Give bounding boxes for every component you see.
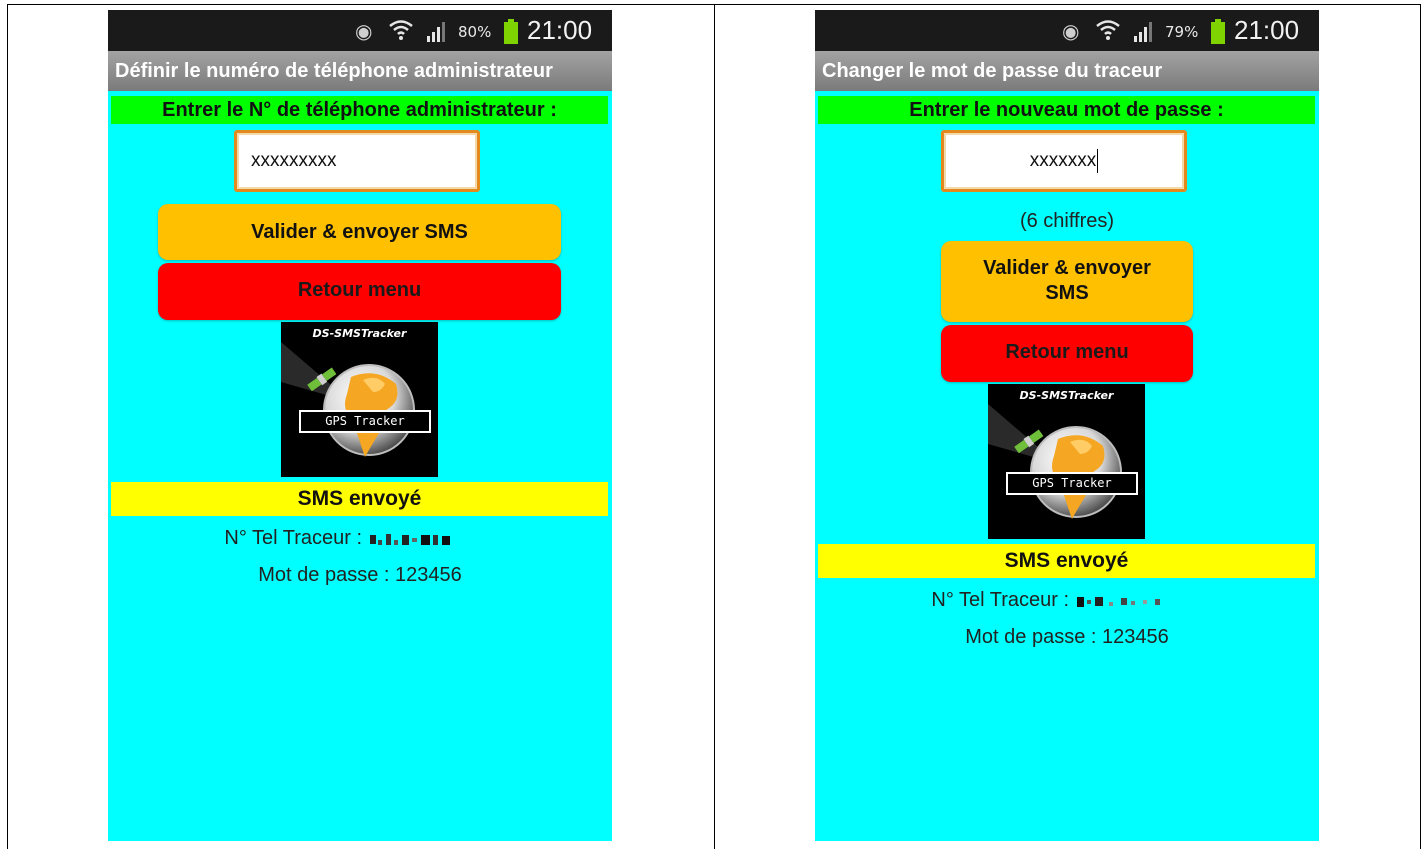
validate-send-sms-button[interactable]: Valider & envoyer SMS	[941, 241, 1193, 322]
globe-satellite-icon	[988, 404, 1122, 519]
wifi-icon	[1096, 20, 1120, 40]
tracker-phone-label: N° Tel Traceur :	[224, 527, 363, 549]
sms-sent-status: SMS envoyé	[111, 482, 608, 516]
text-caret	[1097, 148, 1099, 173]
new-password-input[interactable]: xxxxxxx	[941, 130, 1187, 192]
page-title: Changer le mot de passe du traceur	[815, 51, 1319, 91]
battery-percent: 80%	[458, 23, 492, 41]
logo-title: DS-SMSTracker	[1019, 389, 1114, 402]
signal-icon	[1134, 22, 1152, 42]
admin-number-input[interactable]: xxxxxxxxx	[234, 130, 480, 192]
logo-tag: GPS Tracker	[299, 410, 431, 433]
new-password-value: xxxxxxx	[1029, 150, 1097, 171]
logo-tag: GPS Tracker	[1006, 472, 1138, 495]
clock: 21:00	[1234, 15, 1300, 45]
tracker-phone-line: N° Tel Traceur :	[108, 527, 612, 550]
gps-tracker-logo: DS-SMSTracker GPS Tracker	[988, 384, 1145, 539]
smart-stay-eye-icon: ◉	[1062, 19, 1080, 43]
validate-send-sms-button[interactable]: Valider & envoyer SMS	[158, 204, 561, 260]
smart-stay-eye-icon: ◉	[355, 19, 373, 43]
signal-icon	[427, 22, 445, 42]
password-line: Mot de passe : 123456	[258, 564, 462, 586]
password-hint: (6 chiffres)	[1019, 210, 1115, 232]
battery-icon	[1211, 19, 1225, 44]
android-status-bar: ◉ 79% 21:00	[815, 10, 1319, 51]
sms-sent-status: SMS envoyé	[818, 544, 1315, 578]
tracker-phone-label: N° Tel Traceur :	[931, 589, 1070, 611]
prompt-label: Entrer le N° de téléphone administrateur…	[111, 96, 608, 124]
redacted-phone-number	[1076, 596, 1160, 607]
phone-screen-admin-number: ◉ 80% 21:00 Définir le numéro de télépho…	[108, 10, 612, 841]
back-to-menu-button[interactable]: Retour menu	[158, 263, 561, 320]
gps-tracker-logo: DS-SMSTracker GPS Tracker	[281, 322, 438, 477]
password-line: Mot de passe : 123456	[965, 626, 1169, 648]
phone-screen-change-password: ◉ 79% 21:00 Changer le mot de passe du t…	[815, 10, 1319, 841]
android-status-bar: ◉ 80% 21:00	[108, 10, 612, 51]
wifi-icon	[389, 20, 413, 40]
battery-percent: 79%	[1165, 23, 1199, 41]
back-to-menu-button[interactable]: Retour menu	[941, 325, 1193, 382]
frame-divider	[714, 4, 715, 849]
battery-icon	[504, 19, 518, 44]
validate-button-line2: SMS	[1045, 282, 1089, 304]
globe-satellite-icon	[281, 342, 415, 457]
logo-title: DS-SMSTracker	[312, 327, 407, 340]
validate-button-line1: Valider & envoyer	[983, 257, 1151, 279]
page-title: Définir le numéro de téléphone administr…	[108, 51, 612, 91]
prompt-label: Entrer le nouveau mot de passe :	[818, 96, 1315, 124]
redacted-phone-number	[369, 533, 450, 545]
clock: 21:00	[527, 15, 593, 45]
tracker-phone-line: N° Tel Traceur :	[815, 589, 1319, 612]
